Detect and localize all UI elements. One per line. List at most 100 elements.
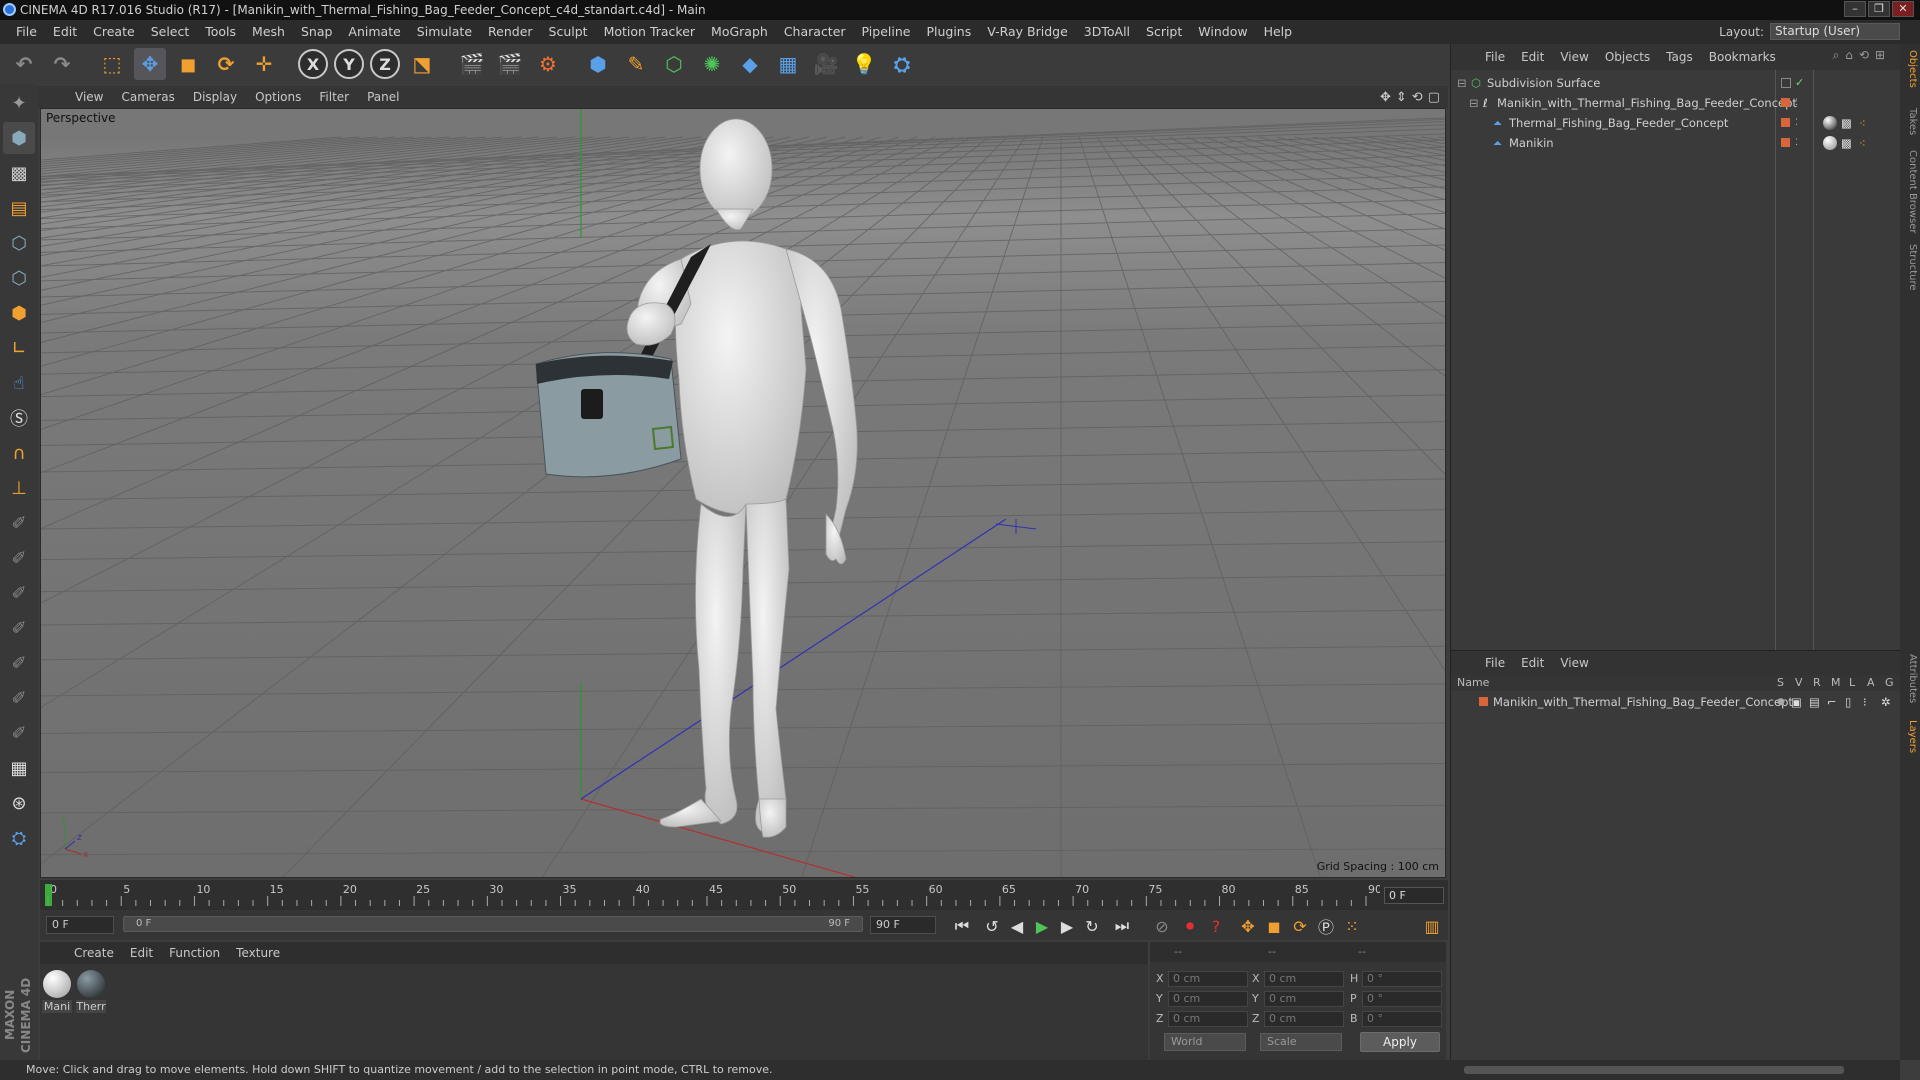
texture-tag-icon[interactable]: ▩ [1841, 114, 1852, 132]
last-tool-icon[interactable]: ✛ [248, 48, 280, 80]
z-axis-lock-icon[interactable]: Z [370, 49, 400, 79]
objects-menu-edit[interactable]: Edit [1513, 50, 1552, 64]
menu-file[interactable]: File [8, 20, 45, 44]
brush-icon-6[interactable]: ✐ [3, 682, 35, 714]
make-editable-icon[interactable]: ✦ [3, 87, 35, 119]
manager-icon[interactable]: ⌐ [1827, 693, 1837, 711]
menu-window[interactable]: Window [1190, 20, 1255, 44]
visibility-dots-icon[interactable]: ⁚ [1795, 94, 1798, 112]
view-eye-icon[interactable]: ▣ [1791, 693, 1802, 711]
menu-edit[interactable]: Edit [45, 20, 85, 44]
size-x-field[interactable]: 0 cm [1264, 971, 1344, 987]
perspective-viewport[interactable]: y x z Perspective Grid Spacing : 100 cm [40, 108, 1446, 878]
key-pla-icon[interactable]: ⁙ [1340, 914, 1364, 938]
objects-menu-file[interactable]: File [1477, 50, 1513, 64]
scale-tool-icon[interactable]: ◼ [172, 48, 204, 80]
menu-pipeline[interactable]: Pipeline [854, 20, 919, 44]
previous-key-icon[interactable]: ↺ [980, 914, 1004, 938]
animation-icon[interactable]: ⁝ [1863, 693, 1867, 711]
close-button[interactable]: ✕ [1892, 1, 1914, 17]
maximize-button[interactable]: ❐ [1868, 1, 1890, 17]
material-swatch[interactable]: Mani [42, 970, 72, 1013]
pos-x-field[interactable]: 0 cm [1168, 971, 1248, 987]
visibility-dots-icon[interactable]: ⁚ [1795, 134, 1798, 152]
coordinate-system-icon[interactable]: ⬔ [406, 48, 438, 80]
snap-icon[interactable]: Ⓢ [3, 402, 35, 434]
menu-3dtoall[interactable]: 3DToAll [1076, 20, 1138, 44]
size-mode-dropdown[interactable]: Scale [1260, 1033, 1342, 1051]
object-row-null[interactable]: ⊟ ℓ Manikin_with_Thermal_Fishing_Bag_Fee… [1451, 94, 1901, 112]
key-position-icon[interactable]: ✥ [1236, 914, 1260, 938]
pos-z-field[interactable]: 0 cm [1168, 1011, 1248, 1027]
render-view-icon[interactable]: 🎬 [456, 48, 488, 80]
menu-mesh[interactable]: Mesh [244, 20, 293, 44]
material-tag-icon[interactable] [1823, 116, 1837, 130]
brush-icon-5[interactable]: ✐ [3, 647, 35, 679]
render-picture-viewer-icon[interactable]: 🎬 [494, 48, 526, 80]
objects-menu-view[interactable]: View [1552, 50, 1596, 64]
polygons-mode-icon[interactable]: ⬢ [3, 297, 35, 329]
menu-select[interactable]: Select [143, 20, 198, 44]
menu-simulate[interactable]: Simulate [409, 20, 480, 44]
play-icon[interactable]: ▶ [1030, 914, 1054, 938]
objects-menu-bookmarks[interactable]: Bookmarks [1701, 50, 1784, 64]
live-selection-icon[interactable]: ⬚ [96, 48, 128, 80]
viewport-menu-panel[interactable]: Panel [358, 90, 408, 104]
previous-frame-icon[interactable]: ◀ [1005, 914, 1029, 938]
viewport-menu-cameras[interactable]: Cameras [112, 90, 183, 104]
solo-dot-icon[interactable]: ● [1777, 693, 1785, 711]
subdivision-surface-icon[interactable]: ⬡ [658, 48, 690, 80]
timeline-window-icon[interactable]: ▥ [1420, 914, 1444, 938]
material-tag-icon[interactable] [1823, 136, 1837, 150]
object-row-subdivision[interactable]: ⊟ ⬡ Subdivision Surface ✓ [1451, 74, 1901, 92]
pan-icon[interactable]: ✥ [1380, 90, 1391, 105]
size-y-field[interactable]: 0 cm [1264, 991, 1344, 1007]
cube-primitive-icon[interactable]: ⬢ [582, 48, 614, 80]
material-menu-texture[interactable]: Texture [228, 946, 288, 960]
menu-render[interactable]: Render [480, 20, 541, 44]
tab-layers[interactable]: Layers [1902, 720, 1918, 753]
collapse-icon[interactable]: ⊟ [1469, 94, 1479, 112]
move-tool-icon[interactable]: ✥ [134, 48, 166, 80]
tweak-mode-icon[interactable]: ☝ [3, 367, 35, 399]
deformer-icon[interactable]: ◆ [734, 48, 766, 80]
locked-workplane-icon[interactable]: ⊛ [3, 787, 35, 819]
size-z-field[interactable]: 0 cm [1264, 1011, 1344, 1027]
layer-slot[interactable] [1781, 78, 1791, 88]
material-menu-create[interactable]: Create [66, 946, 122, 960]
rotate-tool-icon[interactable]: ⟳ [210, 48, 242, 80]
key-scale-icon[interactable]: ◼ [1262, 914, 1286, 938]
generator-icon[interactable]: ✲ [1881, 693, 1891, 711]
layers-menu-view[interactable]: View [1552, 656, 1596, 670]
horizontal-scrollbar[interactable] [1450, 1060, 1900, 1080]
menu-plugins[interactable]: Plugins [918, 20, 979, 44]
spline-pen-icon[interactable]: ✎ [620, 48, 652, 80]
key-rotation-icon[interactable]: ⟳ [1288, 914, 1312, 938]
light-icon[interactable]: 💡 [848, 48, 880, 80]
record-keys-icon[interactable]: ⏺ [1178, 914, 1202, 938]
cloner-icon[interactable]: ✺ [696, 48, 728, 80]
tab-structure[interactable]: Structure [1902, 244, 1918, 291]
points-mode-icon[interactable]: ⬡ [3, 227, 35, 259]
orbit-icon[interactable]: ⟲ [1412, 90, 1423, 105]
layer-color-swatch[interactable] [1479, 697, 1488, 706]
next-frame-icon[interactable]: ▶ [1055, 914, 1079, 938]
magnet-icon[interactable]: ∩ [3, 437, 35, 469]
tab-objects[interactable]: Objects [1902, 50, 1918, 88]
python-script-icon[interactable]: ⛭ [3, 822, 35, 854]
texture-tag-icon[interactable]: ▩ [1841, 134, 1852, 152]
menu-create[interactable]: Create [85, 20, 143, 44]
menu-animate[interactable]: Animate [340, 20, 408, 44]
material-menu-function[interactable]: Function [161, 946, 228, 960]
floor-scene-icon[interactable]: ▦ [772, 48, 804, 80]
brush-icon-3[interactable]: ✐ [3, 577, 35, 609]
object-row-manikin[interactable]: ⏶ Manikin ⁚ ▩ ⁖ [1451, 134, 1901, 152]
current-frame-field[interactable]: 0 F [1384, 887, 1444, 904]
menu-snap[interactable]: Snap [293, 20, 340, 44]
brush-icon-1[interactable]: ✐ [3, 507, 35, 539]
edges-mode-icon[interactable]: ⬡ [3, 262, 35, 294]
layers-menu-edit[interactable]: Edit [1513, 656, 1552, 670]
render-icon[interactable]: ▤ [1809, 693, 1820, 711]
go-to-start-icon[interactable]: ⏮ [950, 914, 974, 938]
menu-sculpt[interactable]: Sculpt [541, 20, 596, 44]
